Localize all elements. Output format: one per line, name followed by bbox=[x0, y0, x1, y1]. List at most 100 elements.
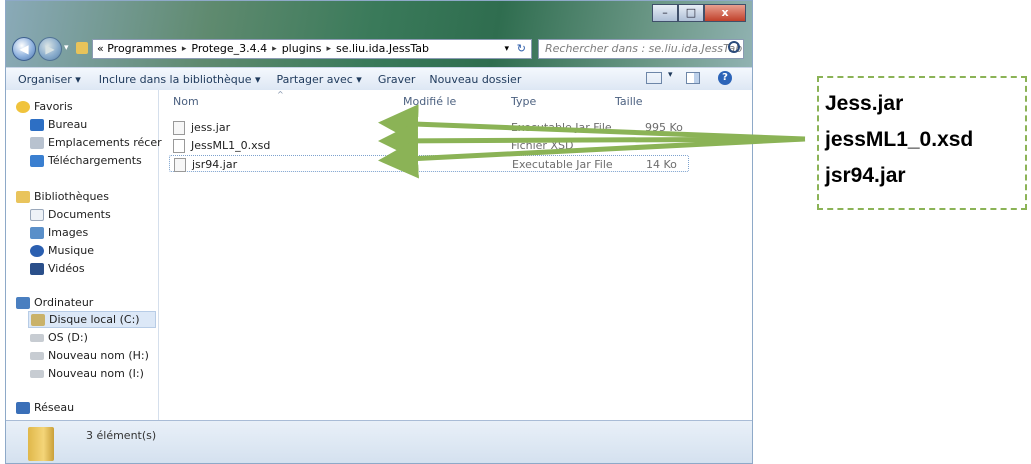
column-header-name[interactable]: Nom bbox=[173, 95, 199, 111]
navigation-bar: ◀ ▶ ▾ « Programmes ▸ Protege_3.4.4 ▸ plu… bbox=[6, 37, 752, 63]
refresh-icon[interactable]: ↻ bbox=[517, 40, 526, 58]
sidebar-label: Réseau bbox=[34, 401, 75, 414]
breadcrumb-separator-icon[interactable]: ▸ bbox=[326, 40, 331, 58]
file-type: Executable Jar File bbox=[511, 121, 612, 134]
burn-button[interactable]: Graver bbox=[378, 73, 416, 86]
callout-line: jsr94.jar bbox=[825, 164, 906, 187]
sidebar-item-favorites[interactable]: Favoris bbox=[16, 98, 73, 115]
minimize-button[interactable]: – bbox=[652, 4, 678, 22]
sidebar-label: Bureau bbox=[48, 118, 88, 131]
address-bar[interactable]: « Programmes ▸ Protege_3.4.4 ▸ plugins ▸… bbox=[92, 39, 532, 59]
file-size: 14 Ko bbox=[646, 158, 677, 171]
drive-c-icon bbox=[31, 313, 45, 326]
file-type: Executable Jar File bbox=[512, 158, 613, 171]
organize-button[interactable]: Organiser ▾ bbox=[18, 73, 81, 86]
file-type: Fichier XSD bbox=[511, 139, 574, 152]
navigation-pane: Favoris Bureau Emplacements récer Téléch… bbox=[6, 90, 162, 420]
sidebar-item-recent-places[interactable]: Emplacements récer bbox=[30, 134, 162, 151]
back-button[interactable]: ◀ bbox=[12, 37, 36, 61]
documents-icon bbox=[30, 208, 44, 221]
sidebar-item-drive-d[interactable]: OS (D:) bbox=[30, 329, 88, 346]
star-icon bbox=[16, 100, 30, 113]
sidebar-item-desktop[interactable]: Bureau bbox=[30, 116, 87, 133]
include-in-library-button[interactable]: Inclure dans la bibliothèque ▾ bbox=[99, 73, 261, 86]
caption-buttons: – □ x bbox=[652, 4, 746, 22]
network-icon bbox=[16, 401, 30, 414]
breadcrumb-programs[interactable]: « Programmes bbox=[97, 40, 177, 58]
column-header-modified[interactable]: Modifié le bbox=[403, 95, 456, 111]
sidebar-label: Bibliothèques bbox=[34, 190, 109, 203]
sidebar-label: Emplacements récer bbox=[48, 136, 162, 149]
maximize-button[interactable]: □ bbox=[678, 4, 704, 22]
sidebar-label: Vidéos bbox=[48, 262, 85, 275]
forward-button[interactable]: ▶ bbox=[38, 37, 62, 61]
content-area: Favoris Bureau Emplacements récer Téléch… bbox=[6, 90, 752, 420]
folder-icon bbox=[76, 42, 88, 54]
sidebar-item-downloads[interactable]: Téléchargements bbox=[30, 152, 142, 169]
help-icon[interactable]: ? bbox=[718, 71, 732, 85]
sidebar-item-network[interactable]: Réseau bbox=[16, 399, 74, 416]
sidebar-label: Musique bbox=[48, 244, 94, 257]
videos-icon bbox=[30, 262, 44, 275]
hard-drive-icon bbox=[30, 333, 44, 342]
item-count: 3 élément(s) bbox=[86, 429, 157, 442]
recent-places-icon bbox=[30, 136, 44, 149]
search-icon[interactable] bbox=[728, 41, 740, 53]
file-name: jess.jar bbox=[173, 119, 230, 136]
sidebar-label: Images bbox=[48, 226, 89, 239]
sidebar-label: Nouveau nom (H:) bbox=[48, 349, 149, 362]
sidebar-item-libraries[interactable]: Bibliothèques bbox=[16, 188, 109, 205]
recent-pages-chevron-icon[interactable]: ▾ bbox=[64, 43, 69, 53]
file-size: 995 Ko bbox=[645, 121, 683, 134]
jar-file-icon bbox=[174, 158, 186, 172]
sidebar-item-images[interactable]: Images bbox=[30, 224, 88, 241]
sidebar-label: OS (D:) bbox=[48, 331, 88, 344]
xsd-file-icon bbox=[173, 139, 185, 153]
details-pane: 3 élément(s) bbox=[6, 420, 752, 463]
search-input[interactable]: Rechercher dans : se.liu.ida.JessTab bbox=[538, 39, 744, 59]
file-row-jsr94-jar[interactable]: jsr94.jar Executable Jar File 14 Ko bbox=[169, 155, 689, 172]
desktop-icon bbox=[30, 118, 44, 131]
folder-icon bbox=[28, 427, 54, 461]
sidebar-label: Disque local (C:) bbox=[49, 313, 140, 326]
sidebar-label: Ordinateur bbox=[34, 296, 94, 309]
file-list: Nom ^ Modifié le Type Taille jess.jar Ex… bbox=[159, 90, 752, 420]
music-icon bbox=[30, 244, 44, 257]
sidebar-label: Documents bbox=[48, 208, 111, 221]
sidebar-item-videos[interactable]: Vidéos bbox=[30, 260, 85, 277]
computer-icon bbox=[16, 296, 30, 309]
breadcrumb-protege[interactable]: Protege_3.4.4 bbox=[191, 40, 267, 58]
file-name: JessML1_0.xsd bbox=[173, 137, 270, 154]
sidebar-item-computer[interactable]: Ordinateur bbox=[16, 294, 93, 311]
jar-file-icon bbox=[173, 121, 185, 135]
sidebar-label: Nouveau nom (I:) bbox=[48, 367, 144, 380]
sidebar-item-music[interactable]: Musique bbox=[30, 242, 94, 259]
sidebar-item-drive-c[interactable]: Disque local (C:) bbox=[28, 311, 156, 328]
breadcrumb-separator-icon[interactable]: ▸ bbox=[182, 40, 187, 58]
sidebar-item-drive-i[interactable]: Nouveau nom (I:) bbox=[30, 365, 144, 382]
images-icon bbox=[30, 226, 44, 239]
callout-line: Jess.jar bbox=[825, 92, 904, 115]
sidebar-item-drive-h[interactable]: Nouveau nom (H:) bbox=[30, 347, 149, 364]
command-bar: Organiser ▾ Inclure dans la bibliothèque… bbox=[6, 67, 752, 91]
breadcrumb-plugins[interactable]: plugins bbox=[282, 40, 322, 58]
new-folder-button[interactable]: Nouveau dossier bbox=[429, 73, 521, 86]
sidebar-label: Favoris bbox=[34, 100, 73, 113]
explorer-window: – □ x ◀ ▶ ▾ « Programmes ▸ Protege_3.4.4… bbox=[5, 0, 753, 464]
column-header-size[interactable]: Taille bbox=[615, 95, 643, 111]
file-row-jessml-xsd[interactable]: JessML1_0.xsd Fichier XSD bbox=[169, 137, 689, 154]
column-header-type[interactable]: Type bbox=[511, 95, 536, 111]
preview-pane-icon[interactable] bbox=[686, 72, 700, 84]
share-with-button[interactable]: Partager avec ▾ bbox=[277, 73, 362, 86]
breadcrumb-separator-icon[interactable]: ▸ bbox=[272, 40, 277, 58]
file-name: jsr94.jar bbox=[174, 156, 237, 173]
view-options-icon[interactable] bbox=[646, 72, 662, 84]
close-button[interactable]: x bbox=[704, 4, 746, 22]
downloads-icon bbox=[30, 154, 44, 167]
sidebar-item-documents[interactable]: Documents bbox=[30, 206, 111, 223]
hard-drive-icon bbox=[30, 369, 44, 378]
breadcrumb-jesstab[interactable]: se.liu.ida.JessTab bbox=[336, 40, 429, 58]
address-dropdown-icon[interactable]: ▾ bbox=[504, 40, 509, 58]
view-chevron-down-icon[interactable]: ▾ bbox=[668, 70, 673, 80]
file-row-jess-jar[interactable]: jess.jar Executable Jar File 995 Ko bbox=[169, 119, 689, 136]
